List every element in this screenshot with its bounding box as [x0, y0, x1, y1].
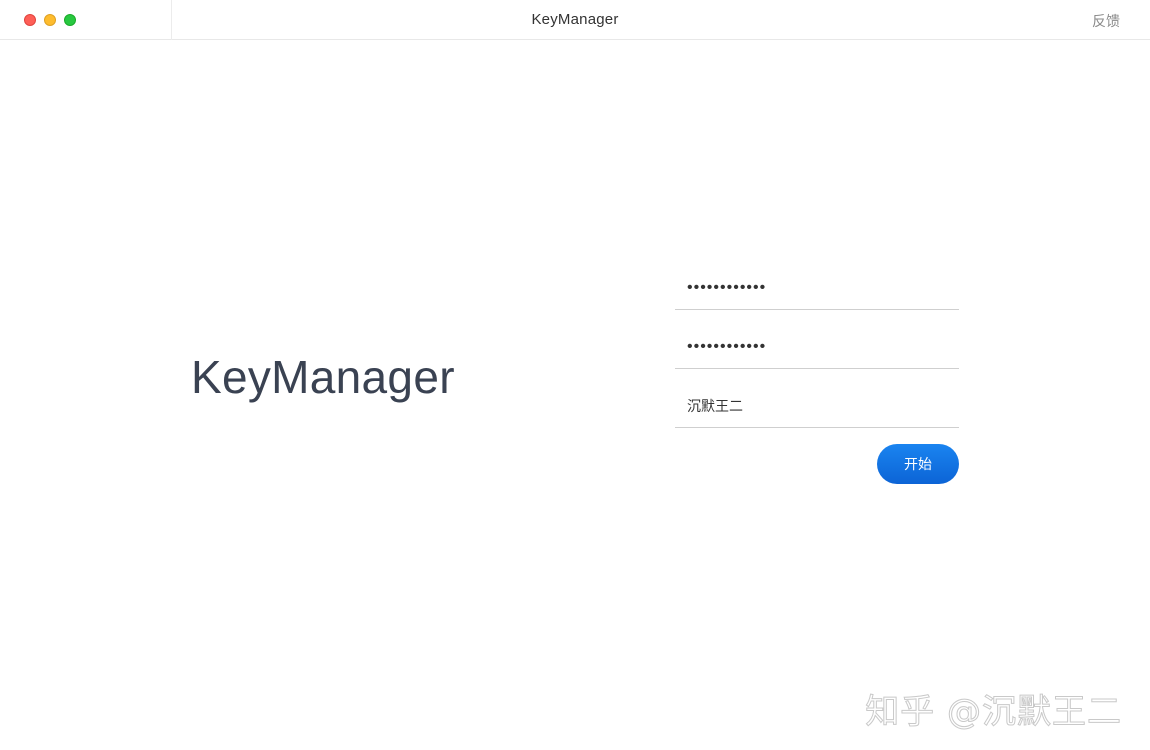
name-input[interactable]: [675, 386, 959, 426]
title-bar: KeyManager 反馈: [0, 0, 1150, 40]
app-logo-text: KeyManager: [191, 351, 455, 403]
window-title: KeyManager: [531, 11, 619, 28]
password-input-2[interactable]: [675, 327, 959, 367]
name-field: [675, 386, 959, 428]
app-window: KeyManager 反馈 KeyManager 开始 知乎 @沉默王二: [0, 0, 1150, 750]
start-button[interactable]: 开始: [877, 444, 959, 484]
password-input-1[interactable]: [675, 268, 959, 308]
feedback-link[interactable]: 反馈: [1092, 11, 1120, 31]
password-field-1: [675, 268, 959, 310]
watermark: 知乎 @沉默王二: [865, 692, 1122, 733]
password-field-2: [675, 327, 959, 369]
